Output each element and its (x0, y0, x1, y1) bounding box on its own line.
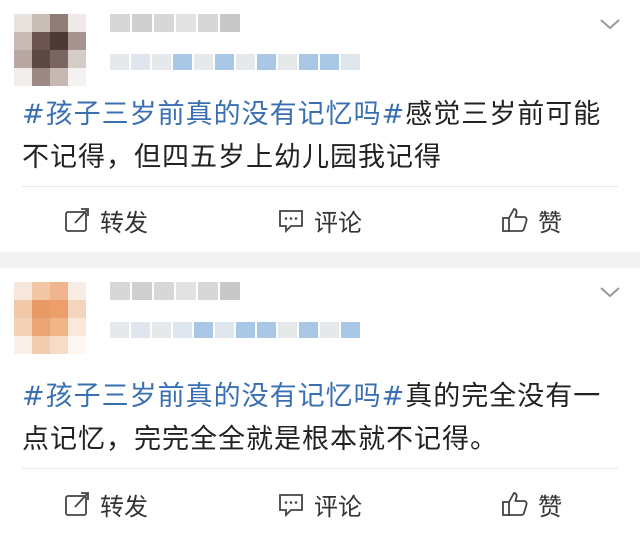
comment-button[interactable]: 评论 (276, 484, 362, 524)
post-text: #孩子三岁前真的没有记忆吗#感觉三岁前可能不记得，但四五岁上幼儿园我记得 (22, 93, 612, 179)
repost-icon (62, 205, 92, 235)
comment-label: 评论 (314, 492, 362, 521)
action-bar: 转发 评论 赞 (0, 484, 640, 524)
chevron-down-icon[interactable] (598, 16, 622, 32)
username-blurred[interactable] (110, 282, 240, 300)
divider (22, 468, 618, 469)
like-label: 赞 (538, 208, 562, 237)
thumbs-up-icon (500, 489, 530, 519)
thumbs-up-icon (500, 205, 530, 235)
post-card: #孩子三岁前真的没有记忆吗#真的完全没有一点记忆，完完全全就是根本就不记得。 转… (0, 268, 640, 536)
repost-button[interactable]: 转发 (62, 200, 148, 240)
hashtag-link[interactable]: #孩子三岁前真的没有记忆吗# (22, 381, 405, 412)
repost-label: 转发 (100, 492, 148, 521)
post-card: #孩子三岁前真的没有记忆吗#感觉三岁前可能不记得，但四五岁上幼儿园我记得 转发 … (0, 0, 640, 252)
repost-label: 转发 (100, 208, 148, 237)
comment-icon (276, 489, 306, 519)
chevron-down-icon[interactable] (598, 284, 622, 300)
action-bar: 转发 评论 赞 (0, 200, 640, 240)
like-button[interactable]: 赞 (500, 484, 562, 524)
comment-label: 评论 (314, 208, 362, 237)
divider (22, 186, 618, 187)
post-text: #孩子三岁前真的没有记忆吗#真的完全没有一点记忆，完完全全就是根本就不记得。 (22, 375, 612, 461)
username-blurred[interactable] (110, 14, 240, 32)
comment-button[interactable]: 评论 (276, 200, 362, 240)
comment-icon (276, 205, 306, 235)
post-meta-blurred (110, 322, 360, 338)
post-meta-blurred (110, 54, 360, 70)
avatar[interactable] (14, 282, 86, 354)
like-label: 赞 (538, 492, 562, 521)
repost-icon (62, 489, 92, 519)
hashtag-link[interactable]: #孩子三岁前真的没有记忆吗# (22, 99, 405, 130)
like-button[interactable]: 赞 (500, 200, 562, 240)
avatar[interactable] (14, 14, 86, 86)
repost-button[interactable]: 转发 (62, 484, 148, 524)
